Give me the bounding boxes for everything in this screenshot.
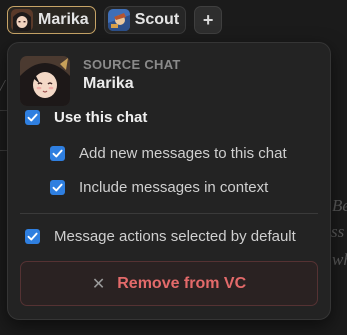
add-new-messages-label: Add new messages to this chat: [79, 145, 287, 162]
source-chat-popover: SOURCE CHAT Marika Use this chat Add new…: [7, 42, 331, 320]
tab-scout[interactable]: Scout: [103, 6, 187, 34]
use-this-chat-checkbox[interactable]: [25, 110, 40, 125]
checkmark-icon: [52, 149, 63, 158]
add-new-messages-option[interactable]: Add new messages to this chat: [50, 145, 287, 162]
background-text-fragment: /: [0, 76, 5, 95]
include-in-context-checkbox[interactable]: [50, 180, 65, 195]
tab-marika[interactable]: Marika: [7, 6, 96, 34]
source-chat-avatar: [20, 56, 70, 106]
background-text-fragment: wh: [332, 250, 347, 269]
source-chat-caption: SOURCE CHAT: [83, 57, 181, 72]
checkmark-icon: [27, 113, 38, 122]
use-this-chat-label: Use this chat: [54, 109, 148, 126]
scout-avatar: [107, 9, 130, 31]
add-chat-button[interactable]: +: [194, 6, 223, 34]
use-this-chat-option[interactable]: Use this chat: [25, 109, 147, 126]
source-chat-name: Marika: [83, 75, 134, 92]
options-divider: [20, 213, 318, 214]
chat-tab-bar: Marika Scout +: [0, 0, 347, 40]
checkmark-icon: [52, 183, 63, 192]
marika-avatar: [11, 9, 33, 31]
actions-default-checkbox[interactable]: [25, 229, 40, 244]
remove-button-label: Remove from VC: [117, 274, 247, 292]
include-in-context-label: Include messages in context: [79, 179, 269, 196]
actions-default-label: Message actions selected by default: [54, 228, 296, 245]
app-screen: / Be ss wh Marika Scout: [0, 0, 347, 335]
plus-icon: +: [202, 9, 214, 30]
include-in-context-option[interactable]: Include messages in context: [50, 179, 268, 196]
remove-from-vc-button[interactable]: ✕ Remove from VC: [20, 261, 318, 306]
actions-default-option[interactable]: Message actions selected by default: [25, 228, 296, 245]
background-text-fragment: ss: [331, 222, 345, 241]
close-icon: ✕: [91, 275, 106, 293]
tab-label: Scout: [134, 11, 180, 28]
background-text-fragment: Be: [332, 196, 347, 215]
tab-label: Marika: [38, 11, 89, 28]
checkmark-icon: [27, 232, 38, 241]
add-new-messages-checkbox[interactable]: [50, 146, 65, 161]
